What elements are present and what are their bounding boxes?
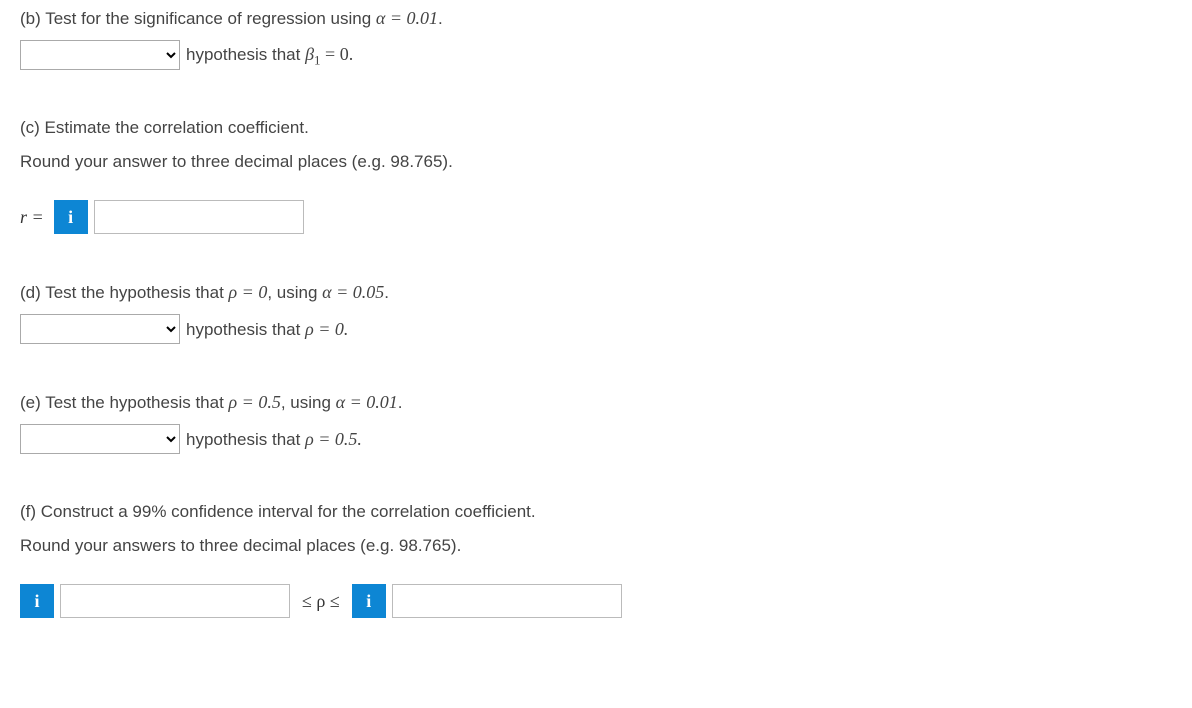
- question-d-prompt: (d) Test the hypothesis that ρ = 0, usin…: [20, 279, 1172, 306]
- r-input[interactable]: [94, 200, 304, 234]
- question-f-prompt: (f) Construct a 99% confidence interval …: [20, 499, 1172, 525]
- interval-mid: ≤ ρ ≤: [302, 588, 340, 615]
- hypothesis-label: hypothesis that β1 = 0.: [186, 41, 353, 70]
- question-f-answer-row: i ≤ ρ ≤ i: [20, 584, 1172, 618]
- text: (b) Test for the significance of regress…: [20, 9, 376, 28]
- hypothesis-label: hypothesis that ρ = 0.: [186, 316, 348, 343]
- question-e-prompt: (e) Test the hypothesis that ρ = 0.5, us…: [20, 389, 1172, 416]
- r-label: r =: [20, 204, 44, 231]
- text: (d) Test the hypothesis that: [20, 283, 229, 302]
- alpha-expr: α = 0.01: [336, 392, 398, 412]
- question-b-dropdown[interactable]: [20, 40, 180, 70]
- ci-lower-input[interactable]: [60, 584, 290, 618]
- rho-expr: ρ = 0.5: [229, 392, 281, 412]
- question-b: (b) Test for the significance of regress…: [20, 5, 1172, 70]
- period: .: [384, 283, 389, 302]
- question-d-dropdown[interactable]: [20, 314, 180, 344]
- question-c-prompt: (c) Estimate the correlation coefficient…: [20, 115, 1172, 141]
- question-e: (e) Test the hypothesis that ρ = 0.5, us…: [20, 389, 1172, 454]
- rho-expr: ρ = 0: [229, 282, 268, 302]
- info-icon[interactable]: i: [20, 584, 54, 618]
- hypothesis-label: hypothesis that ρ = 0.5.: [186, 426, 362, 453]
- alpha-expr: α = 0.01: [376, 8, 438, 28]
- question-c-answer-row: r = i: [20, 200, 1172, 234]
- question-f: (f) Construct a 99% confidence interval …: [20, 499, 1172, 618]
- question-c-round: Round your answer to three decimal place…: [20, 149, 1172, 175]
- info-icon[interactable]: i: [54, 200, 88, 234]
- middle: , using: [267, 283, 322, 302]
- period: .: [398, 393, 403, 412]
- question-b-answer-row: hypothesis that β1 = 0.: [20, 40, 1172, 70]
- question-e-answer-row: hypothesis that ρ = 0.5.: [20, 424, 1172, 454]
- alpha-expr: α = 0.05: [322, 282, 384, 302]
- question-d: (d) Test the hypothesis that ρ = 0, usin…: [20, 279, 1172, 344]
- period: .: [438, 9, 443, 28]
- ci-upper-input[interactable]: [392, 584, 622, 618]
- info-icon[interactable]: i: [352, 584, 386, 618]
- question-c: (c) Estimate the correlation coefficient…: [20, 115, 1172, 234]
- text: (e) Test the hypothesis that: [20, 393, 229, 412]
- middle: , using: [281, 393, 336, 412]
- question-d-answer-row: hypothesis that ρ = 0.: [20, 314, 1172, 344]
- question-e-dropdown[interactable]: [20, 424, 180, 454]
- question-f-round: Round your answers to three decimal plac…: [20, 533, 1172, 559]
- question-b-prompt: (b) Test for the significance of regress…: [20, 5, 1172, 32]
